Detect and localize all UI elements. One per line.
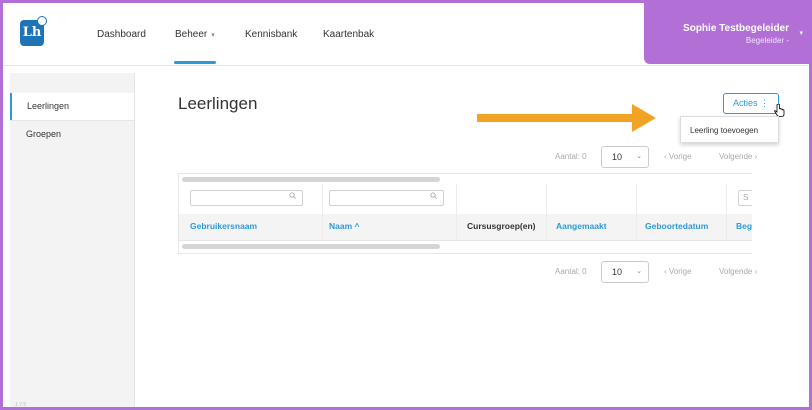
logo-dot-icon: [37, 16, 47, 26]
students-table: S Gebruikersnaam Naam ^ Cursusgroep(en) …: [178, 173, 752, 254]
next-page-button[interactable]: Volgende ›: [719, 152, 757, 161]
column-header-cursusgroepen: Cursusgroep(en): [467, 221, 536, 231]
nav-kennisbank[interactable]: Kennisbank: [245, 29, 297, 40]
version-label: 1.7.5: [15, 402, 27, 408]
kebab-icon: ⋮: [760, 98, 769, 108]
column-header-geboortedatum[interactable]: Geboortedatum: [645, 221, 708, 231]
menu-item-leerling-toevoegen[interactable]: Leerling toevoegen: [690, 126, 758, 135]
column-divider: [636, 184, 637, 241]
column-header-gebruikersnaam[interactable]: Gebruikersnaam: [190, 221, 257, 231]
nav-beheer-label: Beheer: [175, 29, 208, 40]
page-size-value: 10: [612, 267, 623, 277]
count-label: Aantal: 0: [555, 152, 587, 161]
arrow-head-icon: [632, 104, 656, 132]
filter-partial-text: S: [743, 193, 749, 202]
chevron-down-icon: ▾: [799, 30, 803, 37]
user-name: Sophie Testbegeleider: [683, 23, 789, 34]
page-size-select[interactable]: 10 ⌄: [601, 146, 649, 168]
column-divider: [546, 184, 547, 241]
page-size-value: 10: [612, 152, 623, 162]
logo-text: Lh: [22, 25, 42, 40]
count-label: Aantal: 0: [555, 267, 587, 276]
sidebar-item-leerlingen[interactable]: Leerlingen: [10, 93, 134, 120]
filter-input-begeleider[interactable]: S: [738, 190, 752, 206]
acties-label: Acties: [733, 98, 758, 108]
column-divider: [456, 184, 457, 241]
filter-input-naam[interactable]: [329, 190, 444, 206]
arrow-annotation-icon: [477, 114, 637, 122]
pagination-top: Aantal: 0 10 ⌄ ‹ Vorige Volgende ›: [555, 146, 785, 168]
sidebar-item-groepen[interactable]: Groepen: [10, 120, 134, 147]
prev-page-button[interactable]: ‹ Vorige: [664, 152, 692, 161]
search-icon: [430, 192, 437, 201]
user-menu[interactable]: Sophie Testbegeleider Begeleider - ▾: [644, 3, 809, 64]
top-navbar: Lh Dashboard Beheer ▾ Kennisbank Kaartenb…: [3, 3, 809, 66]
sidebar: Leerlingen Groepen: [10, 73, 135, 407]
acties-dropdown-menu: Leerling toevoegen: [680, 116, 779, 143]
chevron-down-icon: ⌄: [636, 268, 642, 275]
page-size-select[interactable]: 10 ⌄: [601, 261, 649, 283]
column-divider: [726, 184, 727, 241]
app-frame: Lh Dashboard Beheer ▾ Kennisbank Kaartenb…: [0, 0, 812, 410]
page-title: Leerlingen: [178, 94, 258, 113]
search-icon: [289, 192, 296, 201]
user-role: Begeleider -: [745, 36, 789, 45]
chevron-down-icon: ⌄: [636, 153, 642, 160]
nav-active-indicator: [174, 61, 216, 64]
column-divider: [322, 184, 323, 241]
pagination-bottom: Aantal: 0 10 ⌄ ‹ Vorige Volgende ›: [555, 261, 785, 283]
column-header-begeleider[interactable]: Beg: [736, 221, 752, 231]
prev-page-button[interactable]: ‹ Vorige: [664, 267, 692, 276]
next-page-button[interactable]: Volgende ›: [719, 267, 757, 276]
nav-beheer[interactable]: Beheer ▾: [175, 29, 215, 40]
app-logo[interactable]: Lh: [20, 16, 47, 46]
column-header-aangemaakt[interactable]: Aangemaakt: [556, 221, 607, 231]
acties-button[interactable]: Acties ⋮: [723, 93, 779, 114]
column-header-naam[interactable]: Naam ^: [329, 221, 359, 231]
horizontal-scrollbar-bottom[interactable]: [182, 244, 440, 249]
nav-dashboard[interactable]: Dashboard: [97, 29, 146, 40]
horizontal-scrollbar-top[interactable]: [182, 177, 440, 182]
nav-kaartenbak[interactable]: Kaartenbak: [323, 29, 374, 40]
chevron-down-icon: ▾: [211, 32, 215, 39]
filter-input-gebruikersnaam[interactable]: [190, 190, 303, 206]
